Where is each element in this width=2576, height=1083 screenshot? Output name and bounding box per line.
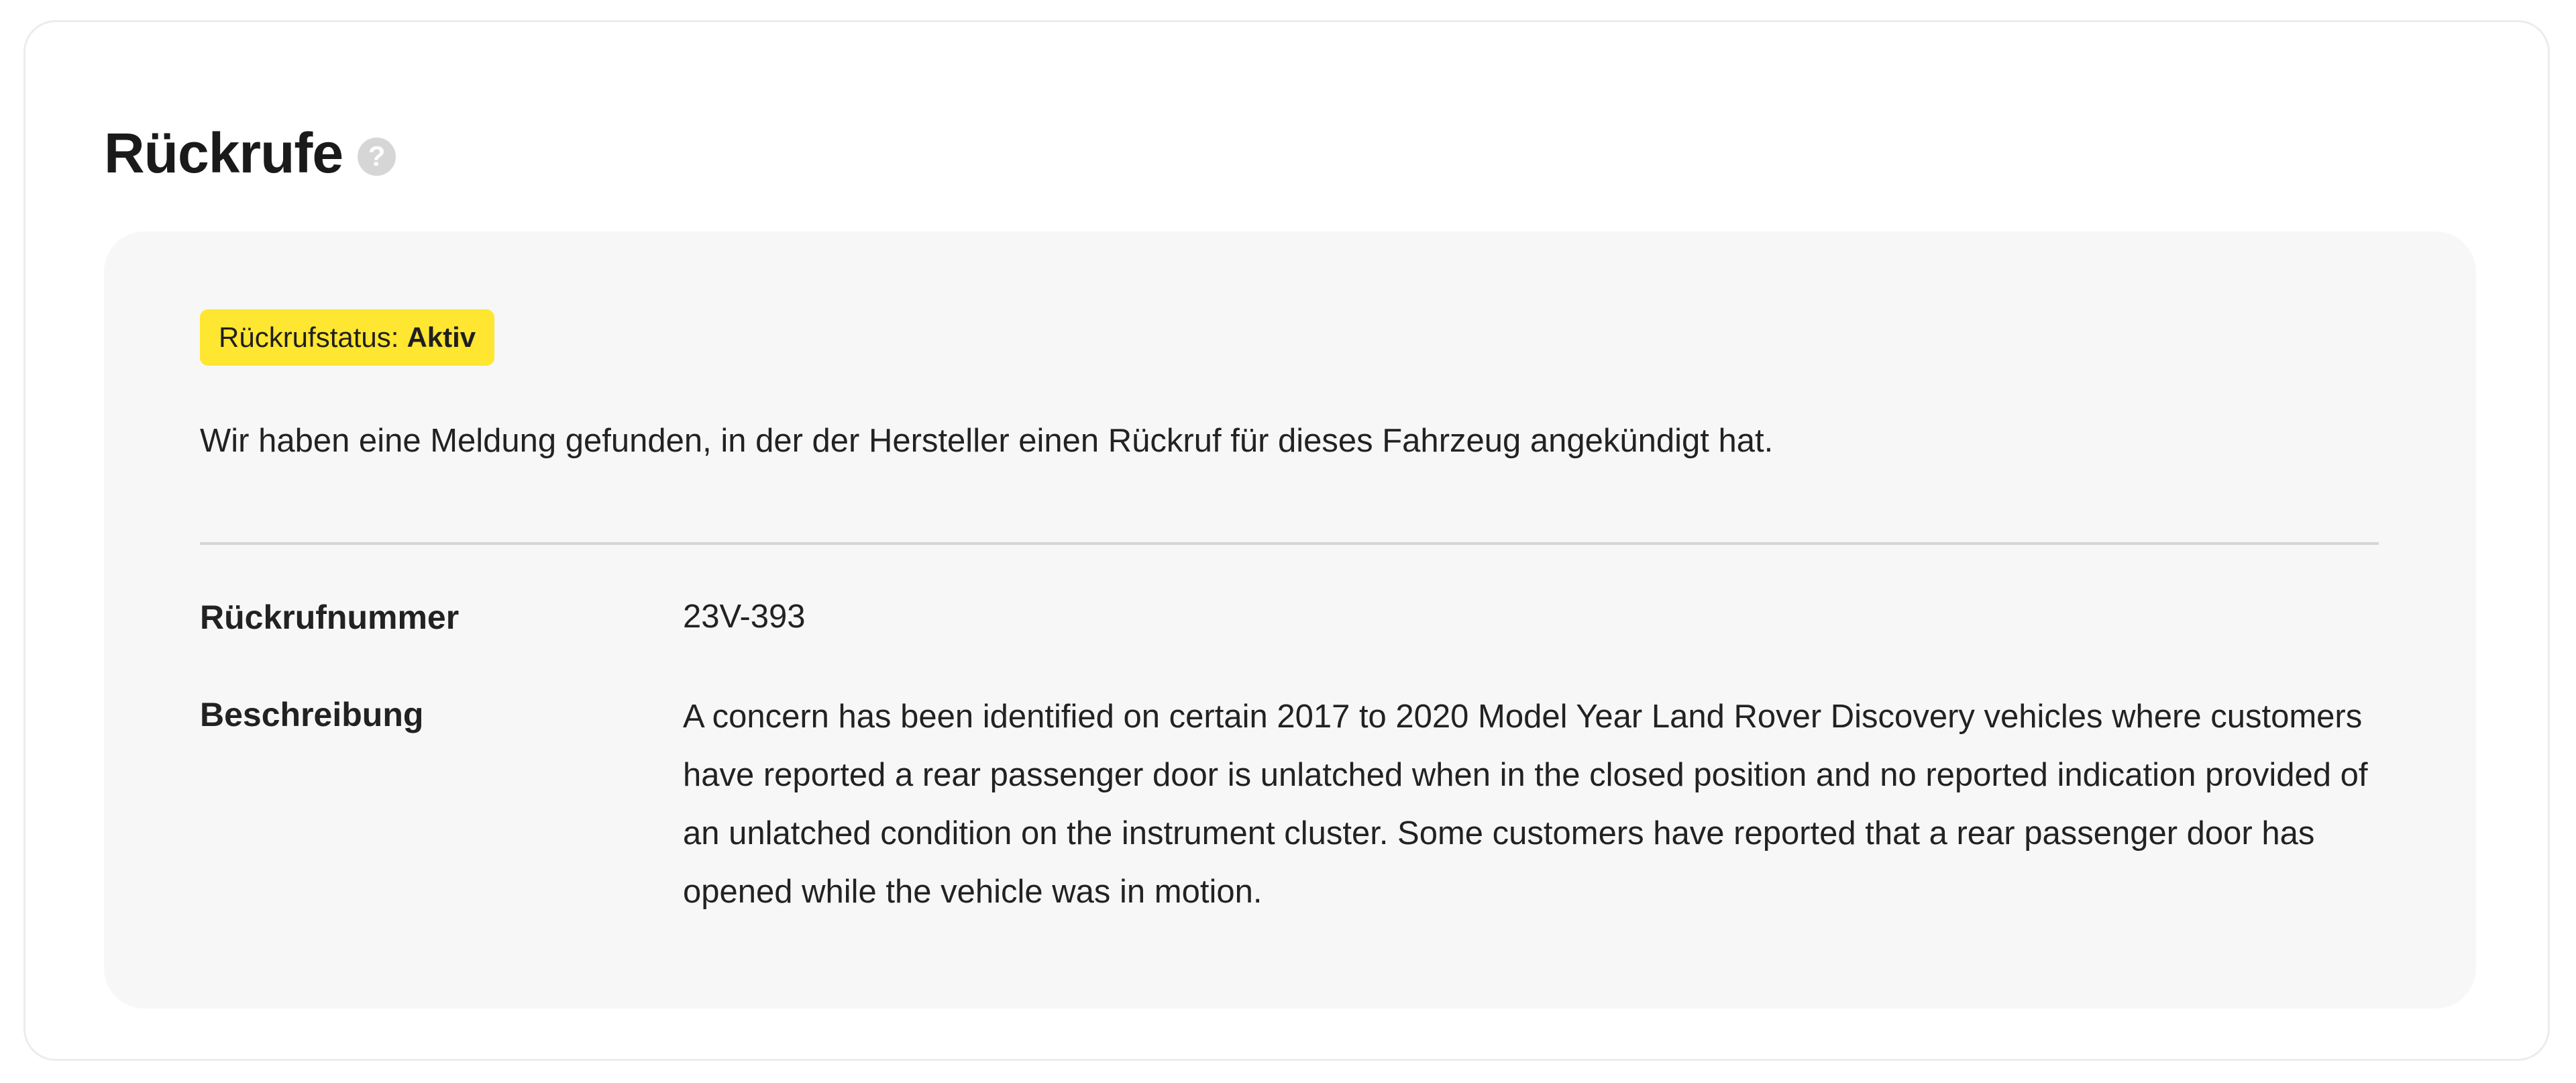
divider (200, 542, 2379, 545)
recall-intro-text: Wir haben eine Meldung gefunden, in der … (200, 423, 1774, 459)
status-badge: Rückrufstatus: Aktiv (200, 309, 495, 366)
status-label: Rückrufstatus: (219, 321, 399, 353)
recall-number-label: Rückrufnummer (200, 599, 460, 636)
recalls-card: Rückrufe ? Rückrufstatus: Aktiv Wir habe… (23, 20, 2550, 1061)
description-label: Beschreibung (200, 696, 424, 733)
description-value: A concern has been identified on certain… (683, 699, 2368, 910)
recall-number-value: 23V-393 (683, 599, 806, 635)
page-title: Rückrufe (104, 121, 343, 185)
recall-panel: Rückrufstatus: Aktiv Wir haben eine Meld… (104, 231, 2476, 1009)
section-heading: Rückrufe ? (104, 103, 396, 203)
status-value: Aktiv (407, 321, 476, 353)
help-icon[interactable]: ? (358, 137, 396, 176)
